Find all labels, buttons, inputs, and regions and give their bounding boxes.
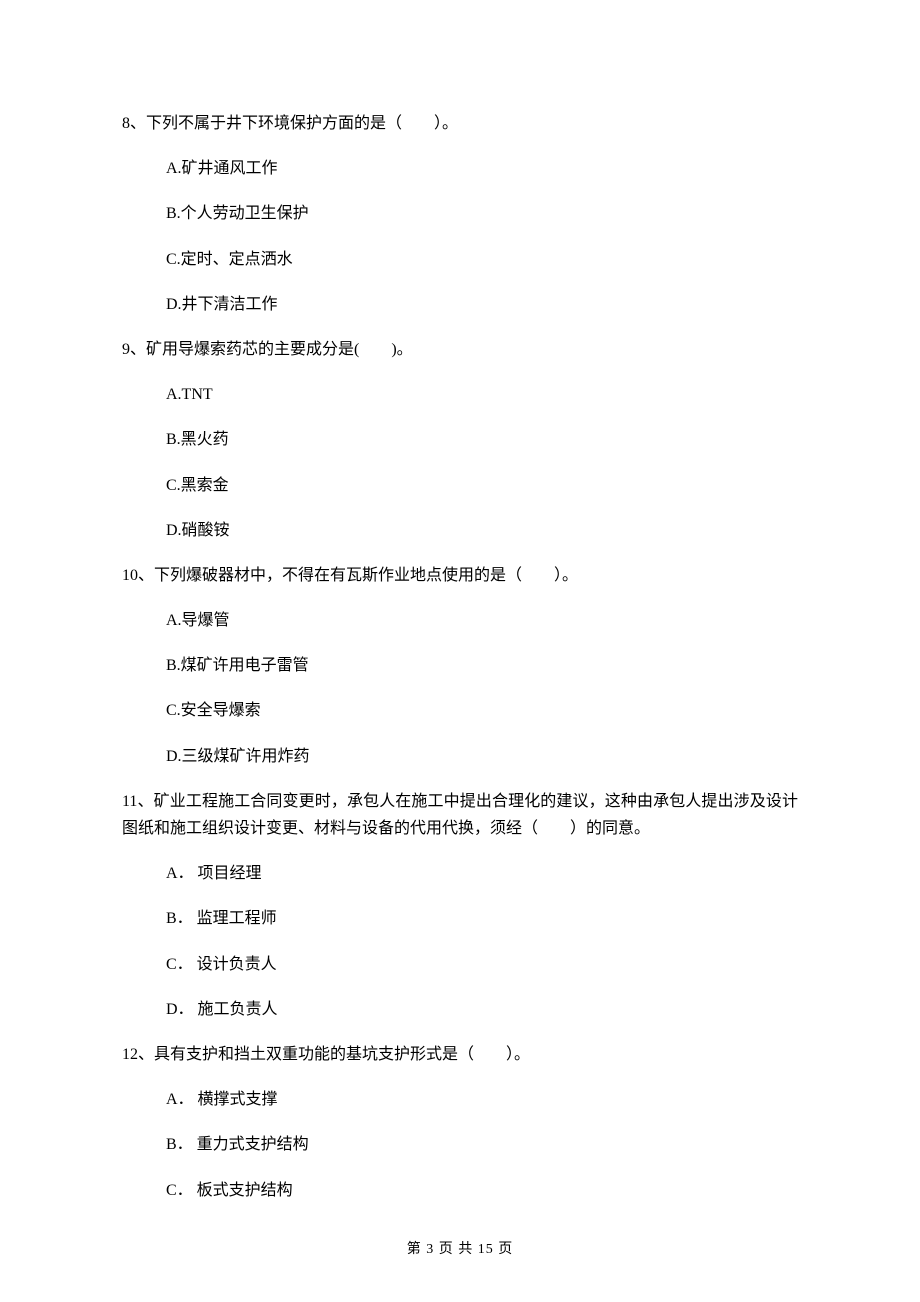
option-c: C． 设计负责人: [166, 951, 798, 978]
question-10: 10、下列爆破器材中，不得在有瓦斯作业地点使用的是（ ）。 A.导爆管 B.煤矿…: [122, 562, 798, 770]
option-d: D.井下清洁工作: [166, 291, 798, 318]
question-number: 9、: [122, 341, 146, 358]
question-number: 8、: [122, 115, 146, 132]
option-a: A.矿井通风工作: [166, 155, 798, 182]
question-9: 9、矿用导爆索药芯的主要成分是( )。 A.TNT B.黑火药 C.黑索金 D.…: [122, 336, 798, 544]
option-d: D． 施工负责人: [166, 996, 798, 1023]
option-c: C． 板式支护结构: [166, 1177, 798, 1204]
option-a: A.TNT: [166, 381, 798, 408]
option-d: D.三级煤矿许用炸药: [166, 743, 798, 770]
question-stem: 11、矿业工程施工合同变更时，承包人在施工中提出合理化的建议，这种由承包人提出涉…: [122, 788, 798, 842]
question-number: 12、: [122, 1046, 154, 1063]
question-stem: 12、具有支护和挡土双重功能的基坑支护形式是（ ）。: [122, 1041, 798, 1068]
question-12: 12、具有支护和挡土双重功能的基坑支护形式是（ ）。 A． 横撑式支撑 B． 重…: [122, 1041, 798, 1204]
option-c: C.定时、定点洒水: [166, 246, 798, 273]
question-text: 具有支护和挡土双重功能的基坑支护形式是（ ）。: [154, 1046, 530, 1063]
question-stem: 9、矿用导爆索药芯的主要成分是( )。: [122, 336, 798, 363]
question-text: 下列爆破器材中，不得在有瓦斯作业地点使用的是（ ）。: [154, 567, 578, 584]
option-d: D.硝酸铵: [166, 517, 798, 544]
options: A.TNT B.黑火药 C.黑索金 D.硝酸铵: [122, 381, 798, 544]
option-c: C.安全导爆索: [166, 697, 798, 724]
option-c: C.黑索金: [166, 472, 798, 499]
question-text: 矿用导爆索药芯的主要成分是( )。: [146, 341, 413, 358]
option-b: B.个人劳动卫生保护: [166, 200, 798, 227]
question-text: 下列不属于井下环境保护方面的是（ ）。: [146, 115, 458, 132]
option-a: A.导爆管: [166, 607, 798, 634]
options: A.矿井通风工作 B.个人劳动卫生保护 C.定时、定点洒水 D.井下清洁工作: [122, 155, 798, 318]
option-b: B.煤矿许用电子雷管: [166, 652, 798, 679]
question-text: 矿业工程施工合同变更时，承包人在施工中提出合理化的建议，这种由承包人提出涉及设计…: [122, 793, 798, 837]
options: A.导爆管 B.煤矿许用电子雷管 C.安全导爆索 D.三级煤矿许用炸药: [122, 607, 798, 770]
question-number: 11、: [122, 793, 154, 810]
option-b: B． 监理工程师: [166, 905, 798, 932]
question-8: 8、下列不属于井下环境保护方面的是（ ）。 A.矿井通风工作 B.个人劳动卫生保…: [122, 110, 798, 318]
options: A． 横撑式支撑 B． 重力式支护结构 C． 板式支护结构: [122, 1086, 798, 1204]
question-11: 11、矿业工程施工合同变更时，承包人在施工中提出合理化的建议，这种由承包人提出涉…: [122, 788, 798, 1023]
option-a: A． 项目经理: [166, 860, 798, 887]
page: 8、下列不属于井下环境保护方面的是（ ）。 A.矿井通风工作 B.个人劳动卫生保…: [0, 0, 920, 1302]
option-b: B.黑火药: [166, 426, 798, 453]
question-stem: 8、下列不属于井下环境保护方面的是（ ）。: [122, 110, 798, 137]
question-stem: 10、下列爆破器材中，不得在有瓦斯作业地点使用的是（ ）。: [122, 562, 798, 589]
question-number: 10、: [122, 567, 154, 584]
options: A． 项目经理 B． 监理工程师 C． 设计负责人 D． 施工负责人: [122, 860, 798, 1023]
option-b: B． 重力式支护结构: [166, 1131, 798, 1158]
page-footer: 第 3 页 共 15 页: [0, 1239, 920, 1260]
option-a: A． 横撑式支撑: [166, 1086, 798, 1113]
